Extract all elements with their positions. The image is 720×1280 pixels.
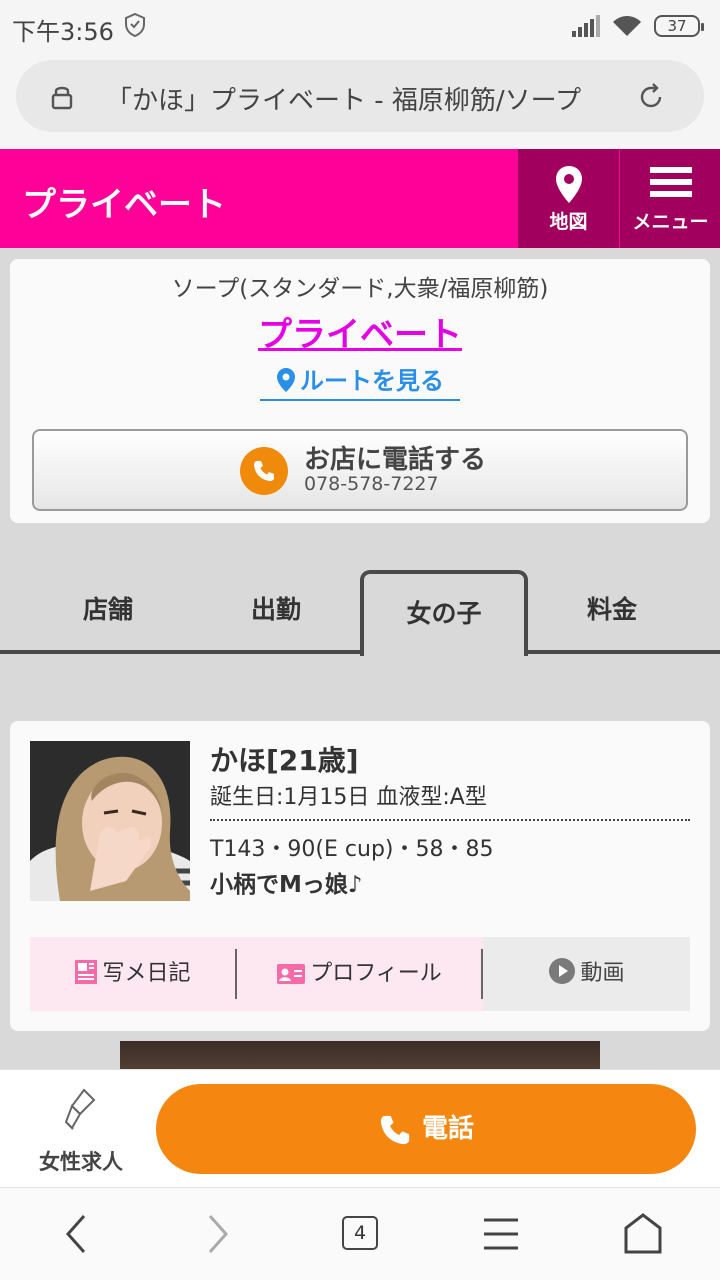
battery-indicator: 37: [654, 15, 704, 37]
shop-name-link[interactable]: プライベート: [10, 307, 710, 356]
photo-diary-link[interactable]: 写メ日記: [30, 937, 235, 1011]
bottom-action-bar: 女性求人 電話: [0, 1069, 720, 1187]
girl-card: かほ[21歳] 誕生日:1月15日 血液型:A型 T143・90(E cup)・…: [10, 721, 710, 1031]
url-text: 「かほ」プライベート - 福原柳筋/ソープ｜: [106, 86, 586, 116]
tab-count: 4: [342, 1216, 378, 1250]
browser-toolbar: 「かほ」プライベート - 福原柳筋/ソープ｜: [0, 52, 720, 149]
call-button[interactable]: 電話: [156, 1084, 696, 1174]
video-label: 動画: [580, 961, 625, 986]
photo-image: [30, 741, 190, 901]
back-icon[interactable]: [52, 1212, 102, 1256]
call-label: お店に電話する: [304, 445, 487, 475]
menu-label: メニュー: [632, 211, 709, 233]
tab-price[interactable]: 料金: [530, 570, 694, 654]
play-icon: [549, 958, 576, 984]
menu-button[interactable]: メニュー: [620, 149, 720, 248]
call-label: 電話: [421, 1114, 474, 1144]
girl-catchphrase: 小柄でMっ娘♪: [210, 872, 363, 898]
recruit-link[interactable]: 女性求人: [22, 1070, 140, 1188]
home-icon[interactable]: [618, 1212, 668, 1256]
address-bar[interactable]: 「かほ」プライベート - 福原柳筋/ソープ｜: [16, 60, 704, 132]
map-button[interactable]: 地図: [518, 149, 619, 248]
wifi-icon: [613, 16, 641, 36]
recruit-label: 女性求人: [39, 1150, 123, 1174]
site-header: プライベート 地図 メニュー: [0, 149, 720, 248]
phone-icon: [380, 1115, 410, 1145]
phone-circle: [240, 447, 288, 495]
forward-icon[interactable]: [192, 1212, 242, 1256]
reload-icon[interactable]: [636, 82, 666, 112]
status-time: 下午3:56: [12, 18, 114, 46]
girl-name[interactable]: かほ[21歳]: [210, 739, 359, 779]
girl-photo[interactable]: [30, 741, 190, 901]
map-label: 地図: [549, 211, 588, 233]
lipstick-icon: [64, 1088, 96, 1130]
tab-girls[interactable]: 女の子: [360, 570, 528, 656]
browser-menu-icon[interactable]: [476, 1212, 526, 1256]
content-tabs: 店舗 出勤 女の子 料金: [0, 570, 720, 656]
profile-link[interactable]: プロフィール: [235, 937, 483, 1011]
site-logo[interactable]: プライベート: [22, 177, 226, 226]
hamburger-icon: [649, 167, 692, 197]
diary-label: 写メ日記: [102, 961, 191, 986]
phone-number: 078-578-7227: [304, 473, 439, 495]
route-label: ルートを見る: [300, 367, 444, 395]
phone-icon: [254, 461, 274, 481]
profile-card-icon: [277, 964, 306, 984]
lock-icon: [51, 86, 73, 110]
dotted-divider: [210, 819, 690, 821]
map-pin-icon: [555, 166, 582, 203]
shop-category: ソープ(スタンダード,大衆/福原柳筋): [171, 276, 549, 302]
shop-info-card: ソープ(スタンダード,大衆/福原柳筋) プライベート ルートを見る お店に電話す…: [10, 259, 710, 523]
tabs-button[interactable]: 4: [336, 1212, 386, 1256]
girl-sizes: T143・90(E cup)・58・85: [210, 837, 494, 862]
call-shop-button[interactable]: お店に電話する 078-578-7227: [32, 429, 688, 511]
route-link[interactable]: ルートを見る: [260, 363, 460, 401]
tab-schedule[interactable]: 出勤: [194, 570, 358, 654]
tab-shop[interactable]: 店舗: [26, 570, 190, 654]
signal-icon: [572, 15, 600, 37]
shield-icon: [125, 12, 145, 38]
location-pin-icon: [277, 368, 295, 392]
status-bar: 下午3:56 37: [0, 0, 720, 52]
link-separator: [235, 949, 237, 999]
girl-link-bar: 写メ日記 プロフィール 動画: [30, 937, 690, 1011]
profile-label: プロフィール: [310, 961, 442, 986]
girl-birth-blood: 誕生日:1月15日 血液型:A型: [210, 785, 487, 810]
diary-icon: [75, 960, 98, 984]
video-link[interactable]: 動画: [483, 937, 690, 1011]
browser-nav-bar: 4: [0, 1187, 720, 1280]
